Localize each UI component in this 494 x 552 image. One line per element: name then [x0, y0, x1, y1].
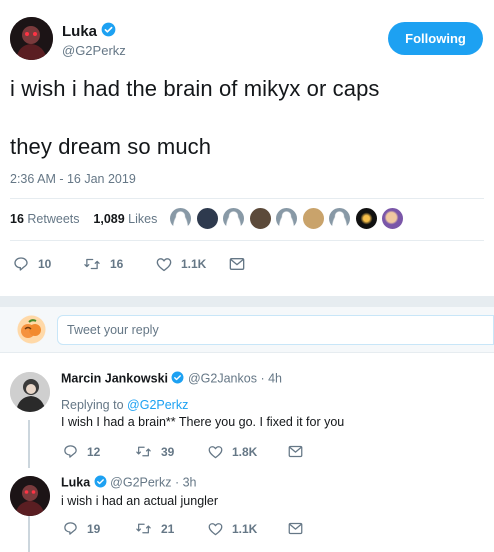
liker-avatar[interactable] — [222, 207, 245, 230]
replying-to-handle[interactable]: @G2Perkz — [127, 398, 188, 412]
tweet-actions: 10 16 1.1K — [13, 256, 245, 272]
like-icon — [208, 522, 223, 536]
section-separator — [0, 296, 494, 307]
reply-composer: Tweet your reply — [0, 307, 494, 353]
viewer-avatar[interactable] — [17, 315, 46, 344]
author-handle[interactable]: @G2Perkz — [62, 43, 126, 58]
like-count: 1.1K — [181, 257, 207, 271]
reply-text: I wish I had a brain** There you go. I f… — [61, 415, 345, 429]
author-name[interactable]: Luka — [62, 23, 97, 40]
retweet-count: 39 — [161, 444, 175, 459]
engagement-stats: 16 Retweets 1,089 Likes — [10, 212, 157, 226]
divider — [10, 240, 484, 241]
reply-time[interactable]: · 3h — [175, 475, 197, 489]
retweet-action[interactable]: 16 — [83, 256, 156, 272]
like-action[interactable]: 1.8K — [208, 445, 288, 459]
reply-placeholder: Tweet your reply — [67, 323, 159, 337]
likes-stat[interactable]: 1,089 Likes — [93, 212, 157, 226]
reply-author-avatar[interactable] — [10, 476, 50, 516]
reply-author-name[interactable]: Luka — [61, 475, 90, 489]
tweet-timestamp[interactable]: 2:36 AM - 16 Jan 2019 — [10, 172, 136, 186]
liker-avatar[interactable] — [248, 207, 272, 230]
author-avatar[interactable] — [10, 17, 53, 60]
reply-header: Marcin Jankowski @G2Jankos · 4h — [61, 371, 282, 387]
like-count: 1.1K — [232, 521, 258, 536]
message-action[interactable] — [229, 257, 245, 271]
liker-avatar[interactable] — [354, 207, 378, 230]
reply-input[interactable]: Tweet your reply — [57, 315, 494, 345]
liker-avatar[interactable] — [195, 207, 219, 230]
reply-text: i wish i had an actual jungler — [61, 494, 219, 508]
reply-count: 19 — [87, 521, 101, 536]
reply-icon — [13, 256, 29, 272]
liker-avatar[interactable] — [301, 207, 325, 230]
likers-avatars — [169, 207, 408, 230]
reply-author-handle[interactable]: @G2Jankos — [188, 371, 257, 385]
message-icon — [288, 522, 303, 535]
reply-action[interactable]: 19 — [63, 521, 135, 536]
like-icon — [156, 257, 172, 272]
reply-icon — [63, 444, 78, 459]
reply-action[interactable]: 12 — [63, 444, 135, 459]
following-button[interactable]: Following — [388, 22, 483, 55]
liker-avatar[interactable] — [169, 207, 192, 230]
reply-header: Luka @G2Perkz · 3h — [61, 475, 197, 491]
tweet-text-line-1: i wish i had the brain of mikyx or caps — [10, 76, 380, 101]
main-tweet: Luka @G2Perkz Following i wish i had the… — [0, 0, 494, 296]
reply-actions: 12 39 1.8K — [63, 444, 303, 459]
retweet-count: 16 — [110, 257, 124, 271]
reply-author-handle[interactable]: @G2Perkz — [110, 475, 171, 489]
liker-avatar[interactable] — [328, 207, 351, 230]
like-action[interactable]: 1.1K — [156, 257, 229, 272]
message-icon — [288, 445, 303, 458]
like-action[interactable]: 1.1K — [208, 522, 288, 536]
reply-author-avatar[interactable] — [10, 372, 50, 412]
thread-line — [28, 420, 30, 468]
message-action[interactable] — [288, 522, 303, 535]
retweet-action[interactable]: 21 — [135, 521, 208, 536]
like-icon — [208, 445, 223, 459]
liker-avatar[interactable] — [275, 207, 298, 230]
message-action[interactable] — [288, 445, 303, 458]
retweet-icon — [83, 256, 101, 272]
reply-time[interactable]: · 4h — [260, 371, 282, 385]
retweet-action[interactable]: 39 — [135, 444, 208, 459]
reply-count: 12 — [87, 444, 101, 459]
liker-avatar[interactable] — [381, 207, 404, 230]
message-icon — [229, 257, 245, 271]
thread-line — [28, 516, 30, 552]
reply-count: 10 — [38, 257, 52, 271]
retweet-count: 21 — [161, 521, 175, 536]
verified-icon — [171, 371, 184, 387]
reply-icon — [63, 521, 78, 536]
retweet-icon — [135, 521, 152, 536]
like-count: 1.8K — [232, 444, 258, 459]
verified-icon — [101, 22, 116, 42]
retweets-stat[interactable]: 16 Retweets — [10, 212, 80, 226]
reply-action[interactable]: 10 — [13, 256, 83, 272]
replying-to: Replying to @G2Perkz — [61, 398, 189, 412]
reply-author-name[interactable]: Marcin Jankowski — [61, 371, 168, 385]
reply-actions: 19 21 1.1K — [63, 521, 303, 536]
verified-icon — [94, 475, 107, 491]
divider — [10, 198, 484, 199]
tweet-text-line-2: they dream so much — [10, 134, 212, 159]
retweet-icon — [135, 444, 152, 459]
